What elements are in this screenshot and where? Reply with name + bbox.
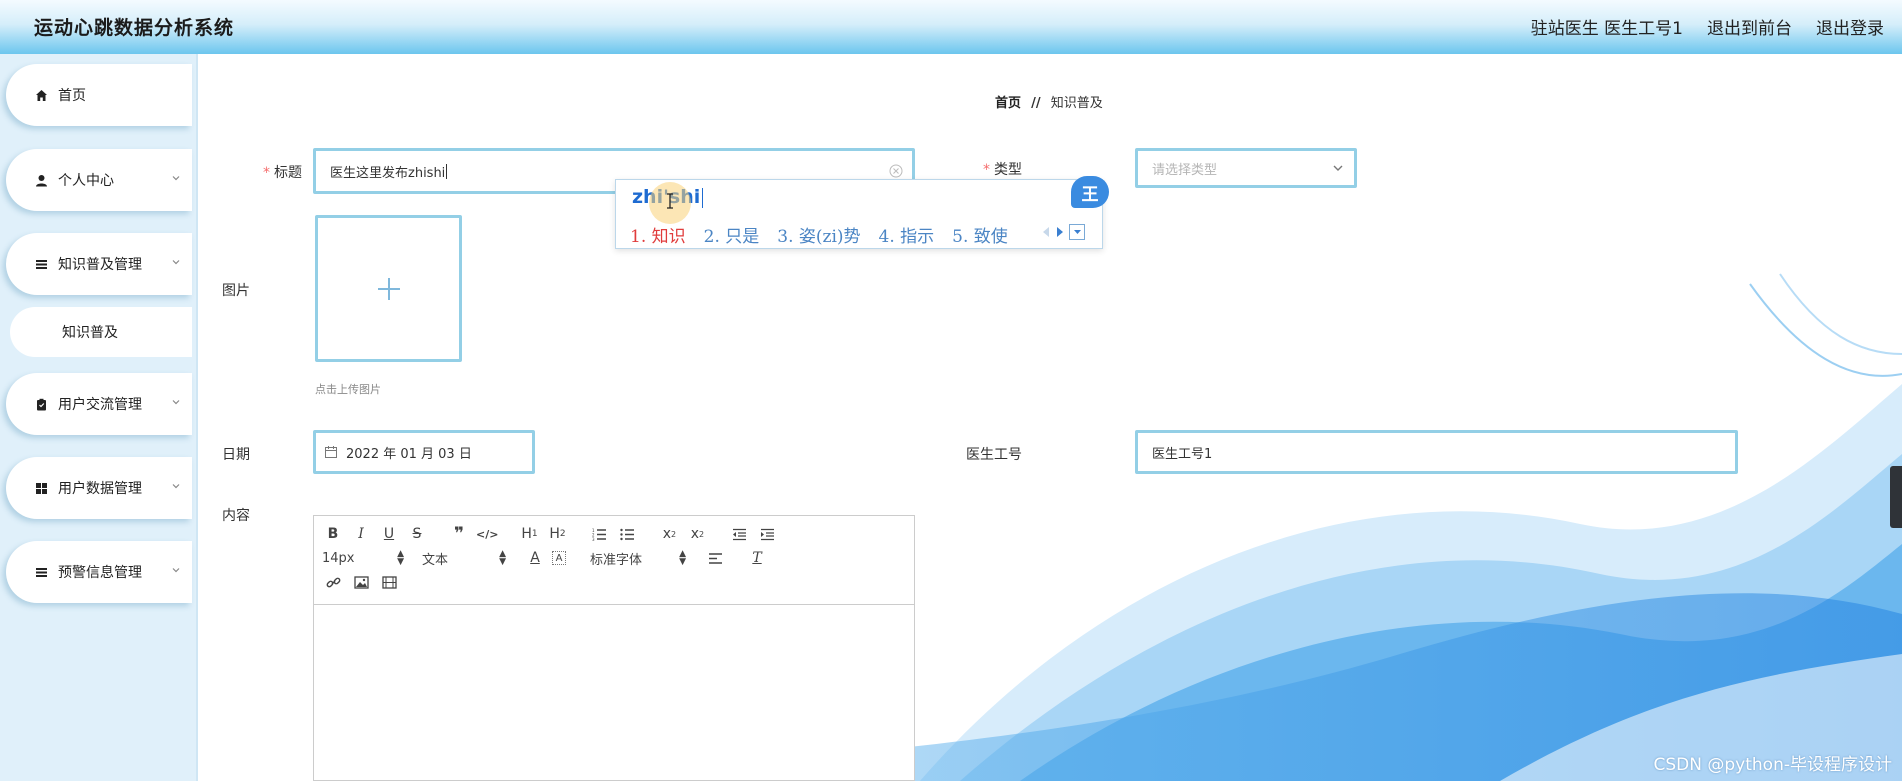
sidebar-item-knowledge-management[interactable]: 知识普及管理 [6,233,192,295]
sidebar-item-label: 知识普及 [62,325,118,341]
link-icon[interactable] [322,571,344,593]
background-color-icon[interactable]: A [552,551,566,565]
doctor-id-input[interactable]: 医生工号1 [1135,430,1738,474]
ime-candidates: 1. 知识 2. 只是 3. 姿(zi)势 4. 指示 5. 致使 [630,222,1008,247]
ime-next-icon[interactable] [1055,226,1065,238]
text-style-select[interactable]: 文本 ▲ ▼ [422,549,506,568]
svg-text:3: 3 [592,537,595,541]
chevron-down-icon [172,260,180,265]
type-select[interactable]: 请选择类型 [1135,148,1357,188]
top-header: 运动心跳数据分析系统 驻站医生 医生工号1 退出到前台 退出登录 [0,0,1902,54]
sidebar-item-label: 预警信息管理 [58,565,142,581]
sidebar: 首页 个人中心 知识普及管理 知识普及 用户交流管理 用户数据管理 预警信息管理 [0,54,198,781]
code-block-icon[interactable]: </> [476,523,498,545]
image-icon[interactable] [350,571,372,593]
ime-expand-icon[interactable] [1069,224,1085,240]
sidebar-subitem-knowledge[interactable]: 知识普及 [10,307,192,357]
chevron-down-icon [172,484,180,489]
indent-icon[interactable] [756,523,778,545]
blockquote-icon[interactable]: ❞ [448,523,470,545]
ime-candidate[interactable]: 1. 知识 [630,222,686,247]
superscript-button[interactable]: x2 [686,523,708,545]
side-drawer-handle[interactable] [1890,466,1902,528]
list-icon [34,257,48,271]
ime-logo-icon: 王 [1071,176,1109,208]
clear-icon[interactable] [888,163,904,179]
date-picker[interactable]: 2022 年 01 月 03 日 [313,430,535,474]
sidebar-item-user-exchange[interactable]: 用户交流管理 [6,373,192,435]
doctor-id-label: 医生工号 [966,447,1022,463]
sidebar-item-label: 用户数据管理 [58,481,142,497]
bold-button[interactable]: B [322,523,344,545]
doctor-id-value: 医生工号1 [1152,446,1213,462]
ime-candidate[interactable]: 5. 致使 [952,222,1008,247]
breadcrumb: 首页 // 知识普及 [995,92,1103,111]
chevron-down-icon [172,568,180,573]
main-content: 首页 // 知识普及 * 标题 医生这里发布zhishi * 类型 请选择类型 图片… [200,54,1902,781]
sidebar-item-home[interactable]: 首页 [6,64,192,126]
outdent-icon[interactable] [728,523,750,545]
chevron-down-icon [172,400,180,405]
video-icon[interactable] [378,571,400,593]
font-color-icon[interactable]: A [524,547,546,569]
image-upload-button[interactable] [315,215,462,362]
clipboard-icon [34,397,48,411]
type-select-placeholder: 请选择类型 [1152,162,1218,178]
sidebar-item-label: 首页 [58,88,86,104]
type-label: * 类型 [983,162,1022,178]
app-title: 运动心跳数据分析系统 [34,17,235,39]
logout-link[interactable]: 退出登录 [1816,14,1884,39]
sidebar-item-label: 用户交流管理 [58,397,142,413]
subscript-button[interactable]: x2 [658,523,680,545]
ime-candidate-popup: zhi'shi 1. 知识 2. 只是 3. 姿(zi)势 4. 指示 5. 致… [615,176,1109,249]
chevron-down-icon [1333,165,1343,171]
font-family-select[interactable]: 标准字体 ▲ ▼ [590,549,686,568]
list-icon [34,565,48,579]
text-cursor-icon [667,193,673,209]
user-icon [34,173,48,187]
breadcrumb-current: 知识普及 [1050,96,1103,111]
exit-to-frontend-link[interactable]: 退出到前台 [1707,14,1792,39]
clear-format-icon[interactable]: T [746,547,768,569]
sidebar-item-user-data[interactable]: 用户数据管理 [6,457,192,519]
strikethrough-button[interactable]: S [406,523,428,545]
watermark: CSDN @python-毕设程序设计 [1653,755,1892,775]
sidebar-item-personal-center[interactable]: 个人中心 [6,149,192,211]
heading1-button[interactable]: H1 [518,523,540,545]
ime-candidate[interactable]: 4. 指示 [879,222,935,247]
rich-text-editor[interactable]: B I U S ❞ </> H1 H2 123 x2 x2 14px ▲ ▼ 文… [313,515,915,781]
grid-icon [34,481,48,495]
ime-candidate[interactable]: 2. 只是 [704,222,760,247]
chevron-down-icon [172,176,180,181]
sidebar-item-label: 知识普及管理 [58,257,142,273]
align-icon[interactable] [704,547,726,569]
ime-prev-icon[interactable] [1041,226,1051,238]
date-value: 2022 年 01 月 03 日 [346,446,472,462]
calendar-icon [325,446,337,458]
font-size-select[interactable]: 14px ▲ ▼ [322,550,404,567]
italic-button[interactable]: I [350,523,372,545]
plus-icon [377,277,400,300]
header-actions: 驻站医生 医生工号1 退出到前台 退出登录 [1531,14,1884,39]
ime-page-nav [1041,224,1085,240]
bullet-list-icon[interactable] [616,523,638,545]
title-input-value: 医生这里发布zhishi [330,165,446,181]
heading2-button[interactable]: H2 [546,523,568,545]
sidebar-item-label: 个人中心 [58,173,114,189]
breadcrumb-separator: // [1031,96,1041,111]
underline-button[interactable]: U [378,523,400,545]
ordered-list-icon[interactable]: 123 [588,523,610,545]
upload-hint: 点击上传图片 [315,383,381,396]
date-label: 日期 [222,447,250,463]
title-label: * 标题 [263,165,302,181]
image-label: 图片 [222,283,250,299]
breadcrumb-home[interactable]: 首页 [995,96,1021,111]
editor-toolbar: B I U S ❞ </> H1 H2 123 x2 x2 14px ▲ ▼ 文… [314,516,914,605]
sidebar-item-alert-info[interactable]: 预警信息管理 [6,541,192,603]
home-icon [34,88,48,102]
ime-candidate[interactable]: 3. 姿(zi)势 [777,222,860,247]
content-label: 内容 [222,508,250,524]
current-user-label: 驻站医生 医生工号1 [1530,19,1683,39]
